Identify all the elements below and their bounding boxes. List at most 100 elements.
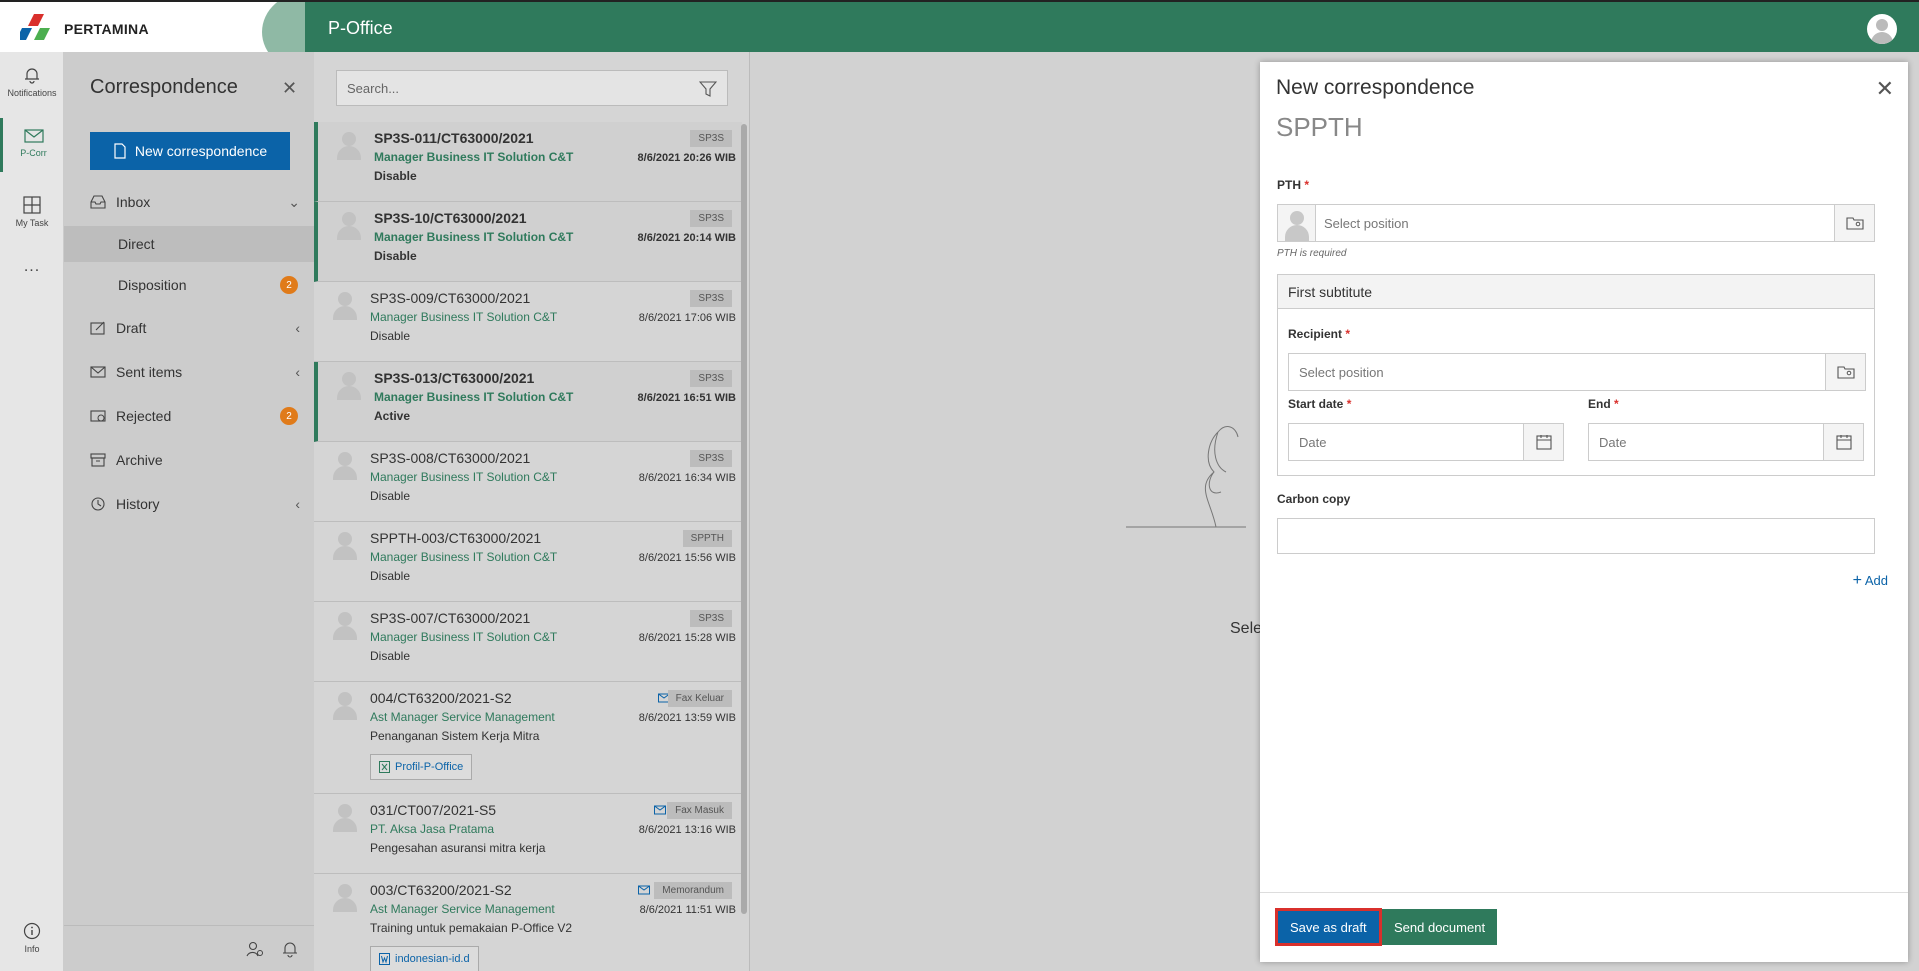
list-item[interactable]: 003/CT63200/2021-S2 Ast Manager Service … — [314, 874, 742, 971]
attachment-chip[interactable]: Profil-P-Office — [370, 754, 473, 780]
item-date: 8/6/2021 15:28 WIB — [638, 632, 736, 644]
item-type-tag: Fax Keluar — [667, 690, 732, 707]
nav-rejected[interactable]: Rejected 2 — [64, 398, 314, 434]
nav-draft[interactable]: Draft ‹ — [64, 310, 314, 346]
item-subject: Active — [374, 409, 411, 423]
list-item[interactable]: SP3S-008/CT63000/2021 Manager Business I… — [314, 442, 742, 522]
word-file-icon — [379, 953, 390, 965]
dialog-title: New correspondence — [1276, 76, 1475, 99]
rail-notifications-label: Notifications — [7, 88, 57, 98]
rail-info[interactable]: Info — [0, 922, 64, 954]
attachment-chip[interactable]: indonesian-id.d — [370, 946, 479, 971]
avatar — [334, 130, 364, 160]
list-item[interactable]: 004/CT63200/2021-S2 Ast Manager Service … — [314, 682, 742, 794]
rejected-icon — [90, 410, 106, 422]
list-item[interactable]: SPPTH-003/CT63000/2021 Manager Business … — [314, 522, 742, 602]
app-title: P-Office — [328, 18, 393, 38]
end-date-field[interactable]: Date — [1588, 423, 1864, 461]
pth-label: PTH * — [1277, 178, 1309, 192]
excel-file-icon — [379, 761, 390, 773]
grid-icon — [23, 196, 41, 214]
rail-info-label: Info — [24, 944, 40, 954]
nav-footer — [64, 925, 314, 971]
fax-icon — [654, 805, 666, 815]
first-subtitute-section: First subtitute Recipient * Select posit… — [1277, 274, 1875, 476]
list-item[interactable]: SP3S-10/CT63000/2021 Manager Business IT… — [314, 202, 742, 282]
history-icon — [91, 497, 105, 511]
logo-text: PERTAMINA — [64, 21, 149, 37]
nav-history[interactable]: History ‹ — [64, 486, 314, 522]
attachment-name: Profil-P-Office — [395, 761, 464, 773]
avatar — [330, 290, 360, 320]
bell-icon — [25, 68, 39, 84]
avatar — [330, 530, 360, 560]
empty-state-text: Sele — [1230, 620, 1263, 637]
select-recipient-button[interactable] — [1825, 354, 1865, 390]
pth-position-field[interactable]: Select position — [1277, 204, 1875, 242]
user-settings-icon[interactable] — [246, 940, 264, 958]
item-sender: Manager Business IT Solution C&T — [374, 150, 574, 164]
nav-sent[interactable]: Sent items ‹ — [64, 354, 314, 390]
list-scrollbar[interactable] — [741, 124, 747, 914]
nav-archive[interactable]: Archive — [64, 442, 314, 478]
add-carbon-copy-link[interactable]: + Add — [1853, 572, 1888, 590]
list-item[interactable]: SP3S-007/CT63000/2021 Manager Business I… — [314, 602, 742, 682]
item-date: 8/6/2021 20:26 WIB — [637, 152, 736, 164]
item-type-tag: Fax Masuk — [667, 802, 732, 819]
pth-label-text: PTH — [1277, 178, 1301, 192]
rail-mytask-label: My Task — [15, 218, 49, 228]
start-date-picker-button[interactable] — [1523, 424, 1563, 460]
chevron-left-icon: ‹ — [295, 364, 300, 380]
memo-icon — [638, 885, 650, 895]
item-sender: Ast Manager Service Management — [370, 710, 555, 724]
new-document-icon — [114, 143, 126, 159]
item-subject: Disable — [370, 649, 411, 663]
empty-state-illustration — [1126, 426, 1246, 528]
rail-notifications[interactable]: Notifications — [0, 66, 64, 98]
item-number: SP3S-10/CT63000/2021 — [374, 210, 527, 226]
avatar — [330, 802, 360, 832]
start-date-field[interactable]: Date — [1288, 423, 1564, 461]
user-avatar[interactable] — [1867, 14, 1897, 44]
nav-rejected-label: Rejected — [116, 408, 172, 424]
send-document-button[interactable]: Send document — [1382, 909, 1498, 945]
rail-pcorr[interactable]: P-Corr — [0, 118, 64, 172]
list-item[interactable]: 031/CT007/2021-S5 PT. Aksa Jasa Pratama … — [314, 794, 742, 874]
nav-disposition[interactable]: Disposition 2 — [64, 267, 314, 303]
list-item[interactable]: SP3S-009/CT63000/2021 Manager Business I… — [314, 282, 742, 362]
new-correspondence-button[interactable]: New correspondence — [90, 132, 290, 170]
rail-mytask[interactable]: My Task — [0, 196, 64, 228]
save-as-draft-button[interactable]: Save as draft — [1275, 908, 1382, 946]
item-sender: Manager Business IT Solution C&T — [370, 470, 558, 484]
rail-more[interactable]: ... — [0, 258, 64, 276]
disposition-count-badge: 2 — [280, 276, 298, 294]
item-sender: PT. Aksa Jasa Pratama — [370, 822, 495, 836]
start-date-label-text: Start date — [1288, 397, 1344, 411]
search-input[interactable]: Search... — [336, 70, 728, 106]
bell-icon[interactable] — [282, 940, 298, 958]
nav-direct[interactable]: Direct — [64, 226, 314, 262]
close-icon[interactable]: ✕ — [1876, 76, 1894, 102]
item-number: 004/CT63200/2021-S2 — [370, 690, 512, 706]
item-type-tag: SP3S — [690, 290, 732, 307]
required-mark: * — [1304, 178, 1310, 192]
item-subject: Disable — [374, 169, 417, 183]
nav-inbox[interactable]: Inbox ⌄ — [64, 184, 314, 220]
item-subject: Disable — [370, 569, 411, 583]
list-item[interactable]: SP3S-013/CT63000/2021 Manager Business I… — [314, 362, 742, 442]
item-number: SP3S-007/CT63000/2021 — [370, 610, 531, 626]
folder-user-icon — [1836, 366, 1855, 379]
filter-icon[interactable] — [699, 80, 717, 98]
list-item[interactable]: SP3S-011/CT63000/2021 Manager Business I… — [314, 122, 742, 202]
required-mark: * — [1346, 397, 1352, 411]
chevron-left-icon: ‹ — [295, 496, 300, 512]
attachment-name: indonesian-id.d — [395, 953, 470, 965]
recipient-field[interactable]: Select position — [1288, 353, 1866, 391]
close-icon[interactable]: ✕ — [282, 78, 297, 99]
select-position-button[interactable] — [1834, 205, 1874, 241]
carbon-copy-field[interactable] — [1277, 518, 1875, 554]
required-mark: * — [1614, 397, 1619, 411]
end-date-picker-button[interactable] — [1823, 424, 1863, 460]
pth-avatar — [1278, 205, 1316, 241]
end-date-label: End * — [1588, 397, 1619, 411]
